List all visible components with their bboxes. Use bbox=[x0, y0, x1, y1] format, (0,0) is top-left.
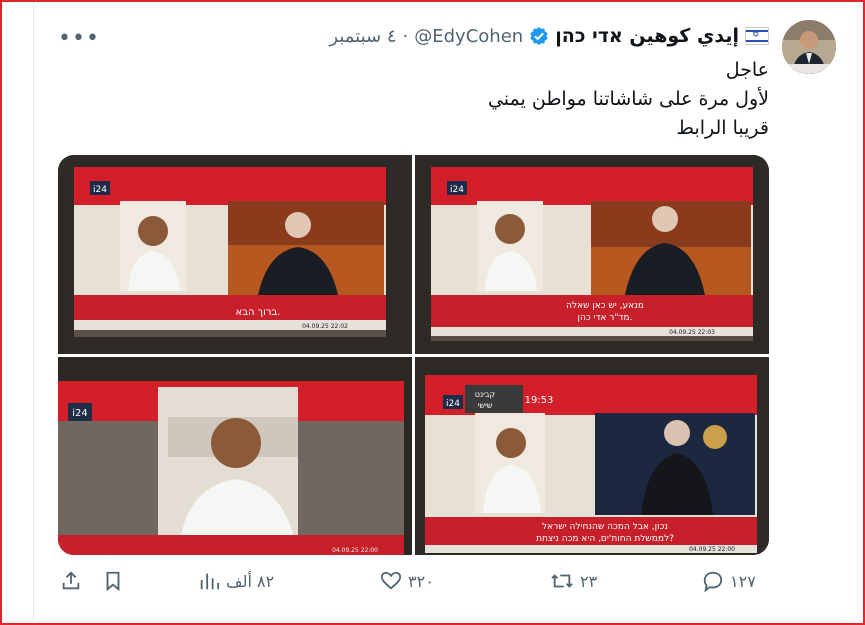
i24-logo: i24 bbox=[93, 185, 107, 195]
tweet-actions: ٨٢ ألف ٣٢٠ ٢٣ ١٢٧ bbox=[56, 570, 772, 604]
tweet-line-2: لأول مرة على شاشاتنا مواطن يمني bbox=[487, 88, 769, 110]
share-button[interactable] bbox=[60, 570, 82, 592]
tv-caption: ברוך הבא. bbox=[236, 307, 281, 318]
tv-caption-line-1: מנאע, יש כאן שאלה bbox=[566, 301, 644, 311]
views-button[interactable]: ٨٢ ألف bbox=[198, 570, 274, 592]
tweet-text: عاجل لأول مرة على شاشاتنا مواطن يمني قري… bbox=[488, 56, 769, 143]
tweet-line-1: عاجل bbox=[725, 59, 769, 81]
cabinet-badge-line-1: קבינט bbox=[475, 390, 496, 399]
tweet-header: ✡ إيدي كوهين אדי כהן @EdyCohen · ٤ سبتمب… bbox=[329, 22, 769, 50]
reply-icon bbox=[703, 571, 723, 592]
israel-flag-icon: ✡ bbox=[745, 27, 769, 45]
i24-logo: i24 bbox=[446, 399, 460, 409]
tweet-line-3: قريبا الرابط bbox=[676, 117, 769, 139]
tv-caption-line-2: מד"ר אדי כהן. bbox=[578, 313, 633, 323]
tweet-date[interactable]: ٤ سبتمبر bbox=[329, 26, 396, 47]
avatar-image bbox=[782, 20, 836, 74]
badge-time: 19:53 bbox=[525, 395, 554, 406]
replies-count: ١٢٧ bbox=[730, 571, 756, 591]
views-count: ٨٢ ألف bbox=[226, 571, 275, 591]
media-image-3[interactable]: i24 04.09.25 22:00 bbox=[58, 357, 412, 555]
separator-dot: · bbox=[402, 25, 409, 47]
display-name[interactable]: إيدي كوهين אדי כהן bbox=[555, 25, 739, 47]
avatar[interactable] bbox=[782, 20, 836, 74]
i24-logo: i24 bbox=[72, 408, 88, 419]
timeline-divider bbox=[33, 2, 34, 621]
tv-caption-line-1: נכון, אבל המכה שהנחילה ישראל bbox=[542, 522, 668, 532]
media-grid: i24 ברוך הבא. 04.09.25 22:02 i24 מנאע, י… bbox=[58, 155, 769, 555]
media-image-1[interactable]: i24 ברוך הבא. 04.09.25 22:02 bbox=[58, 155, 412, 354]
retweet-icon bbox=[551, 574, 573, 588]
cabinet-badge-line-2: שישי bbox=[478, 401, 493, 410]
share-icon bbox=[62, 571, 80, 590]
analytics-icon bbox=[200, 573, 220, 590]
i24-logo: i24 bbox=[450, 185, 464, 195]
bookmark-icon bbox=[106, 571, 120, 592]
tv-ticker: 04.09.25 22:00 bbox=[689, 546, 735, 553]
user-handle[interactable]: @EdyCohen bbox=[414, 26, 523, 47]
reply-button[interactable]: ١٢٧ bbox=[702, 570, 756, 592]
bookmark-button[interactable] bbox=[102, 570, 124, 592]
retweets-count: ٢٣ bbox=[580, 571, 598, 591]
heart-icon bbox=[380, 571, 402, 590]
tv-caption-line-2: לממשלת החות'ים, היא מכה ניצחת? bbox=[536, 534, 674, 544]
tv-ticker: 04.09.25 22:03 bbox=[669, 329, 715, 336]
tv-ticker: 04.09.25 22:02 bbox=[302, 323, 348, 330]
more-options-icon[interactable]: ••• bbox=[58, 26, 100, 51]
like-button[interactable]: ٣٢٠ bbox=[380, 570, 434, 592]
media-image-2[interactable]: i24 מנאע, יש כאן שאלה מד"ר אדי כהן. 04.0… bbox=[415, 155, 769, 354]
tv-ticker: 04.09.25 22:00 bbox=[332, 547, 378, 554]
likes-count: ٣٢٠ bbox=[408, 571, 434, 591]
verified-badge-icon[interactable] bbox=[529, 26, 549, 46]
retweet-button[interactable]: ٢٣ bbox=[550, 570, 597, 592]
media-image-4[interactable]: i24 קבינט שישי 19:53 נכון, אבל המכה שהנח… bbox=[415, 357, 769, 555]
